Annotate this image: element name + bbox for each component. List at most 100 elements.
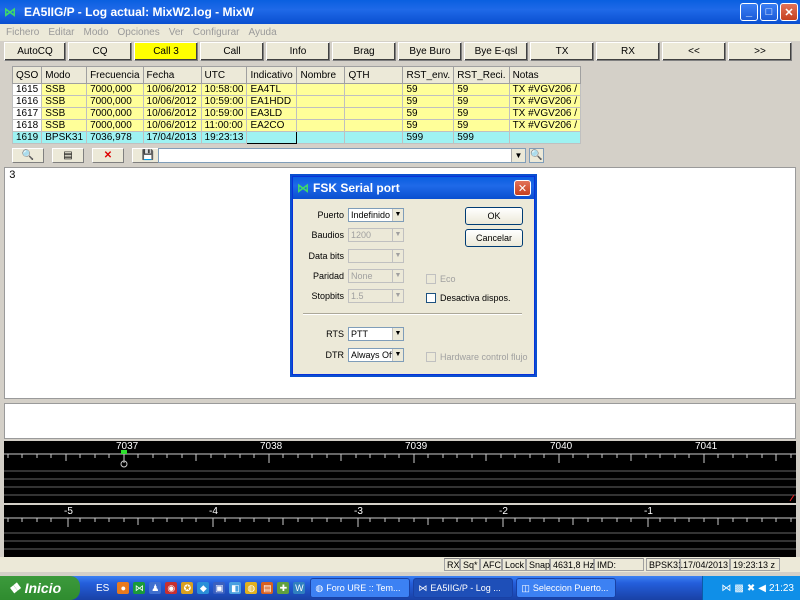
menu-editar[interactable]: Editar: [48, 27, 74, 38]
frequency-scale[interactable]: 7037 7038 7039 7040 7041: [4, 441, 796, 503]
task-seleccion-puerto[interactable]: ◫ Seleccion Puerto...: [516, 578, 617, 598]
cancel-button[interactable]: Cancelar: [465, 229, 523, 247]
desactiva-checkbox[interactable]: Desactiva dispos.: [426, 293, 511, 303]
rts-label: RTS: [326, 329, 344, 339]
cell: 59: [402, 83, 455, 96]
status-lock[interactable]: Lock: [502, 558, 526, 571]
clock[interactable]: 21:23: [769, 583, 794, 594]
status-mode[interactable]: BPSK31: [646, 558, 683, 571]
checkbox-box[interactable]: [426, 293, 436, 303]
col-rst-env[interactable]: RST_env.: [402, 66, 455, 84]
log-view-icon[interactable]: ▤: [52, 148, 84, 163]
menu-configurar[interactable]: Configurar: [193, 27, 240, 38]
close-button[interactable]: ✕: [780, 3, 798, 21]
bye-eqsl-button[interactable]: Bye E-qsl: [464, 42, 528, 61]
next-button[interactable]: >>: [728, 42, 792, 61]
col-frecuencia[interactable]: Frecuencia: [86, 66, 144, 84]
menu-ayuda[interactable]: Ayuda: [248, 27, 276, 38]
mixw-icon[interactable]: ⋈: [133, 582, 146, 594]
app-icon[interactable]: ◆: [197, 582, 210, 594]
network-icon[interactable]: ▩: [734, 583, 743, 594]
chrome-icon[interactable]: ◍: [245, 582, 258, 594]
dialog-close-button[interactable]: ✕: [514, 180, 531, 196]
task-mixw[interactable]: ⋈ EA5IIG/P - Log ...: [413, 578, 514, 598]
col-indicativo[interactable]: Indicativo: [246, 66, 298, 84]
tx-button[interactable]: TX: [530, 42, 594, 61]
delete-icon[interactable]: ✕: [92, 148, 124, 163]
rx-text: 3: [9, 170, 16, 182]
prev-button[interactable]: <<: [662, 42, 726, 61]
cell: [296, 119, 346, 132]
wordpress-icon[interactable]: W: [293, 582, 306, 594]
maximize-button[interactable]: □: [760, 3, 778, 21]
offset-scale[interactable]: -5 -4 -3 -2 -1: [4, 505, 796, 557]
mixw-tray-icon[interactable]: ⋈: [721, 583, 731, 594]
menu-fichero[interactable]: Fichero: [6, 27, 39, 38]
status-rx[interactable]: RX: [444, 558, 460, 571]
chevron-down-icon[interactable]: ▼: [392, 349, 403, 361]
col-utc[interactable]: UTC: [200, 66, 248, 84]
table-row[interactable]: 1616 SSB 7000,000 10/06/2012 10:59:00 EA1HDD 5…: [11, 95, 582, 108]
scale-label: 7037: [116, 441, 139, 452]
mixw-icon: ⋈: [297, 181, 309, 195]
info-button[interactable]: Info: [266, 42, 330, 61]
transmit-text-area[interactable]: [4, 403, 796, 439]
rts-select[interactable]: PTT ▼: [348, 327, 404, 341]
app-icon[interactable]: ✚: [277, 582, 290, 594]
callsign-combo[interactable]: ▼: [158, 148, 526, 163]
status-date: 17/04/2013: [680, 558, 730, 571]
rts-value: PTT: [351, 329, 368, 339]
cell: 10:58:00: [200, 83, 248, 96]
callsign-cell-input[interactable]: [246, 131, 298, 144]
chevron-down-icon[interactable]: ▼: [392, 209, 403, 221]
search-icon[interactable]: 🔍: [529, 148, 544, 163]
status-afc[interactable]: AFC: [480, 558, 502, 571]
puerto-select[interactable]: Indefinido ▼: [348, 208, 404, 222]
start-button[interactable]: ❖ Inicio: [0, 576, 80, 600]
ok-button[interactable]: OK: [465, 207, 523, 225]
scale-label: -4: [209, 506, 218, 517]
table-row[interactable]: 1618 SSB 7000,000 10/06/2012 11:00:00 EA2CO 59…: [11, 119, 582, 132]
brag-button[interactable]: Brag: [332, 42, 396, 61]
cq-button[interactable]: CQ: [68, 42, 132, 61]
app-icon[interactable]: ▤: [261, 582, 274, 594]
col-fecha[interactable]: Fecha: [142, 66, 202, 84]
col-nombre[interactable]: Nombre: [296, 66, 346, 84]
cell: 59: [402, 119, 455, 132]
col-modo[interactable]: Modo: [41, 66, 88, 84]
col-qth[interactable]: QTH: [344, 66, 404, 84]
app-icon[interactable]: ◧: [229, 582, 242, 594]
table-row[interactable]: 1615 SSB 7000,000 10/06/2012 10:58:00 EA4TL 59…: [11, 83, 582, 96]
cell: [296, 95, 346, 108]
autocq-button[interactable]: AutoCQ: [4, 42, 66, 61]
task-foro-ure[interactable]: ◍ Foro URE :: Tem...: [310, 578, 411, 598]
minimize-button[interactable]: _: [740, 3, 758, 21]
volume-icon[interactable]: ◀: [758, 583, 766, 594]
language-indicator[interactable]: ES: [96, 583, 109, 594]
chevron-down-icon[interactable]: ▼: [392, 328, 403, 340]
app-icon[interactable]: ▣: [213, 582, 226, 594]
call3-button[interactable]: Call 3: [134, 42, 198, 61]
table-row[interactable]: 1617 SSB 7000,000 10/06/2012 10:59:00 EA3LD 59…: [11, 107, 582, 120]
menu-ver[interactable]: Ver: [169, 27, 184, 38]
dtr-select[interactable]: Always Off ▼: [348, 348, 404, 362]
menu-opciones[interactable]: Opciones: [118, 27, 160, 38]
table-row-current[interactable]: 1619 BPSK31 7036,978 17/04/2013 19:23:13 599 5…: [11, 131, 582, 144]
firefox-icon[interactable]: ●: [117, 582, 130, 594]
col-qso[interactable]: QSO: [11, 66, 43, 84]
app-icon[interactable]: ◉: [165, 582, 178, 594]
bye-buro-button[interactable]: Bye Buro: [398, 42, 462, 61]
status-snap[interactable]: Snap: [526, 558, 550, 571]
menu-modo[interactable]: Modo: [83, 27, 108, 38]
status-sq[interactable]: Sq*: [460, 558, 480, 571]
users-icon[interactable]: ♟: [149, 582, 162, 594]
col-notas[interactable]: Notas: [508, 66, 582, 84]
call-button[interactable]: Call: [200, 42, 264, 61]
lookup-icon[interactable]: 🔍: [12, 148, 44, 163]
app-icon[interactable]: ✪: [181, 582, 194, 594]
col-rst-reci[interactable]: RST_Reci.: [453, 66, 510, 84]
security-icon[interactable]: ✖: [747, 583, 755, 594]
log-header-row: QSO Modo Frecuencia Fecha UTC Indicativo…: [11, 66, 582, 84]
chevron-down-icon[interactable]: ▼: [511, 149, 525, 162]
rx-button[interactable]: RX: [596, 42, 660, 61]
